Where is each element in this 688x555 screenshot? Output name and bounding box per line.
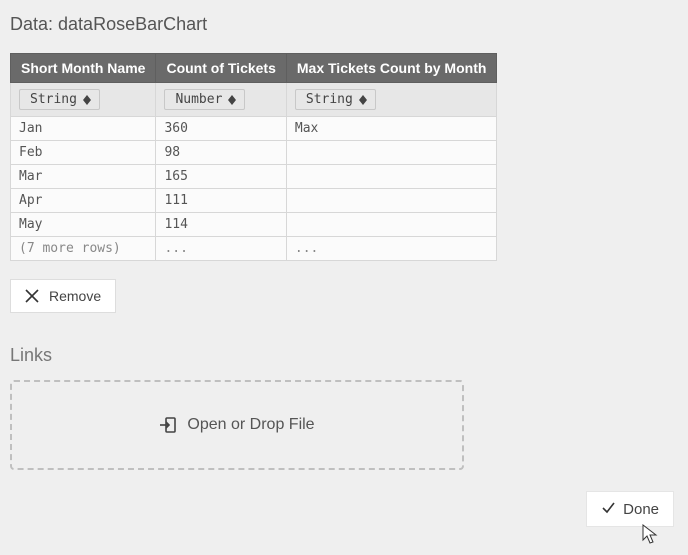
cell: Max <box>286 117 497 141</box>
cell: Jan <box>11 117 156 141</box>
remove-button[interactable]: Remove <box>10 279 116 313</box>
cell: ... <box>156 237 286 261</box>
table-row: Feb 98 <box>11 141 497 165</box>
cell: 98 <box>156 141 286 165</box>
table-row: Jan 360 Max <box>11 117 497 141</box>
cell: Feb <box>11 141 156 165</box>
cursor-icon <box>642 524 658 549</box>
type-selector[interactable]: String <box>19 89 100 110</box>
table-more-row: (7 more rows) ... ... <box>11 237 497 261</box>
cell: Apr <box>11 189 156 213</box>
close-icon <box>25 289 39 303</box>
data-table: Short Month Name Count of Tickets Max Ti… <box>10 53 497 261</box>
cell: 114 <box>156 213 286 237</box>
type-label: Number <box>175 92 222 107</box>
data-title-name: dataRoseBarChart <box>58 14 207 34</box>
type-selector[interactable]: Number <box>164 89 245 110</box>
cell: 111 <box>156 189 286 213</box>
done-button[interactable]: Done <box>586 491 674 527</box>
done-label: Done <box>623 501 659 518</box>
remove-label: Remove <box>49 288 101 304</box>
dropzone-label: Open or Drop File <box>187 416 314 434</box>
links-title: Links <box>10 345 678 366</box>
open-file-icon <box>159 416 177 434</box>
data-title-prefix: Data: <box>10 14 58 34</box>
table-row: May 114 <box>11 213 497 237</box>
cell: 165 <box>156 165 286 189</box>
sort-icon <box>359 95 367 105</box>
cell: Mar <box>11 165 156 189</box>
table-header-row: Short Month Name Count of Tickets Max Ti… <box>11 54 497 83</box>
sort-icon <box>228 95 236 105</box>
cell <box>286 141 497 165</box>
table-type-row: String Number String <box>11 83 497 117</box>
type-label: String <box>30 92 77 107</box>
type-label: String <box>306 92 353 107</box>
cell <box>286 165 497 189</box>
type-selector[interactable]: String <box>295 89 376 110</box>
cell: 360 <box>156 117 286 141</box>
cell: ... <box>286 237 497 261</box>
table-row: Apr 111 <box>11 189 497 213</box>
sort-icon <box>83 95 91 105</box>
cell: (7 more rows) <box>11 237 156 261</box>
col-header: Count of Tickets <box>156 54 286 83</box>
open-or-drop-file[interactable]: Open or Drop File <box>10 380 464 470</box>
cell <box>286 189 497 213</box>
col-header: Max Tickets Count by Month <box>286 54 497 83</box>
cell <box>286 213 497 237</box>
col-header: Short Month Name <box>11 54 156 83</box>
cell: May <box>11 213 156 237</box>
check-icon <box>601 500 615 518</box>
table-row: Mar 165 <box>11 165 497 189</box>
data-title: Data: dataRoseBarChart <box>10 14 678 35</box>
